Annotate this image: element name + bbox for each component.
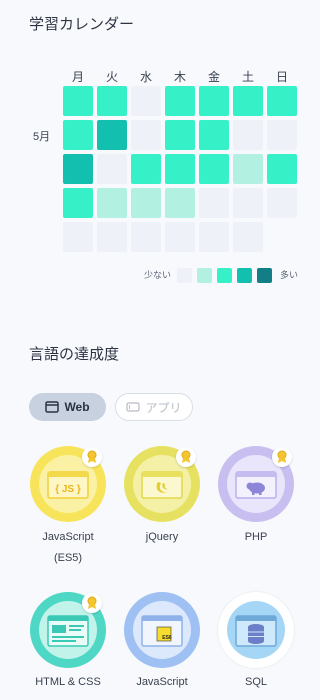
calendar-day-cell[interactable]	[63, 154, 93, 184]
calendar-day-cell[interactable]	[63, 120, 93, 150]
tab-app[interactable]: アプリ	[115, 393, 193, 421]
medal-icon	[176, 447, 196, 467]
calendar-day-cell[interactable]	[199, 188, 229, 218]
weekday-label: 火	[105, 70, 118, 84]
tab-app-label: アプリ	[145, 400, 182, 415]
weekday-label: 水	[139, 70, 152, 84]
calendar-day-cell[interactable]	[165, 120, 195, 150]
medal-icon	[272, 447, 292, 467]
calendar-day-cell[interactable]	[267, 120, 297, 150]
lang-name: jQuery	[145, 531, 179, 543]
calendar-day-cell[interactable]	[165, 188, 195, 218]
lang-name: SQL	[244, 676, 267, 688]
calendar-day-cell[interactable]	[233, 222, 263, 252]
es6-icon: ES6	[141, 615, 183, 647]
calendar-day-cell[interactable]	[131, 86, 161, 116]
calendar-day-cell[interactable]	[267, 188, 297, 218]
legend-swatch	[177, 268, 192, 283]
calendar-day-cell[interactable]	[199, 222, 229, 252]
calendar-day-cell[interactable]	[63, 222, 93, 252]
medal-icon	[82, 593, 102, 613]
weekday-label: 月	[71, 70, 84, 84]
weekday-label: 土	[241, 70, 254, 84]
calendar-day-cell[interactable]	[97, 120, 127, 150]
calendar-day-cell[interactable]	[199, 86, 229, 116]
calendar-day-cell[interactable]	[165, 154, 195, 184]
legend-swatch	[257, 268, 272, 283]
lang-name: HTML & CSS	[35, 676, 101, 688]
lang-name: PHP	[244, 531, 268, 543]
calendar-day-cell[interactable]	[97, 154, 127, 184]
calendar-day-cell[interactable]	[97, 188, 127, 218]
lang-name: JavaScript	[42, 531, 94, 543]
legend-more-label: 多い	[280, 270, 299, 280]
calendar-day-cell[interactable]	[165, 222, 195, 252]
calendar-day-cell[interactable]	[63, 188, 93, 218]
medal-icon	[82, 447, 102, 467]
calendar-day-cell[interactable]	[233, 154, 263, 184]
svg-text:ES6: ES6	[162, 635, 172, 641]
svg-text:{ JS }: { JS }	[55, 484, 81, 495]
calendar-day-cell[interactable]	[199, 120, 229, 150]
achievement-title: 言語の達成度	[29, 346, 120, 363]
calendar-day-cell[interactable]	[131, 188, 161, 218]
lang-name: JavaScript	[136, 676, 188, 688]
browser-icon	[45, 401, 60, 413]
calendar-day-cell[interactable]	[267, 86, 297, 116]
legend-less-label: 少ない	[144, 270, 172, 280]
calendar-day-cell[interactable]	[131, 154, 161, 184]
calendar-day-cell[interactable]	[233, 120, 263, 150]
calendar-day-cell[interactable]	[97, 222, 127, 252]
calendar-day-cell[interactable]	[267, 154, 297, 184]
calendar-title: 学習カレンダー	[29, 16, 135, 33]
calendar-day-cell[interactable]	[233, 86, 263, 116]
weekday-label: 金	[207, 70, 220, 84]
calendar-day-cell[interactable]	[165, 86, 195, 116]
phone-icon	[126, 402, 141, 412]
tab-web[interactable]: Web	[29, 393, 106, 421]
legend-swatch	[197, 268, 212, 283]
weekday-label: 日	[275, 70, 288, 84]
lang-sql-badge[interactable]	[218, 592, 294, 668]
lang-javascript-badge[interactable]: ES6	[124, 592, 200, 668]
lang-name-sub: (ES5)	[53, 552, 83, 564]
calendar-day-cell[interactable]	[131, 222, 161, 252]
calendar-day-cell[interactable]	[131, 120, 161, 150]
calendar-day-cell[interactable]	[233, 188, 263, 218]
calendar-day-cell[interactable]	[199, 154, 229, 184]
calendar-day-cell[interactable]	[63, 86, 93, 116]
calendar-day-cell[interactable]	[97, 86, 127, 116]
weekday-label: 木	[173, 70, 186, 84]
legend-swatch	[237, 268, 252, 283]
month-label: 5月	[33, 131, 51, 143]
legend-swatch	[217, 268, 232, 283]
tab-web-label: Web	[64, 400, 90, 414]
database-icon	[235, 615, 277, 647]
